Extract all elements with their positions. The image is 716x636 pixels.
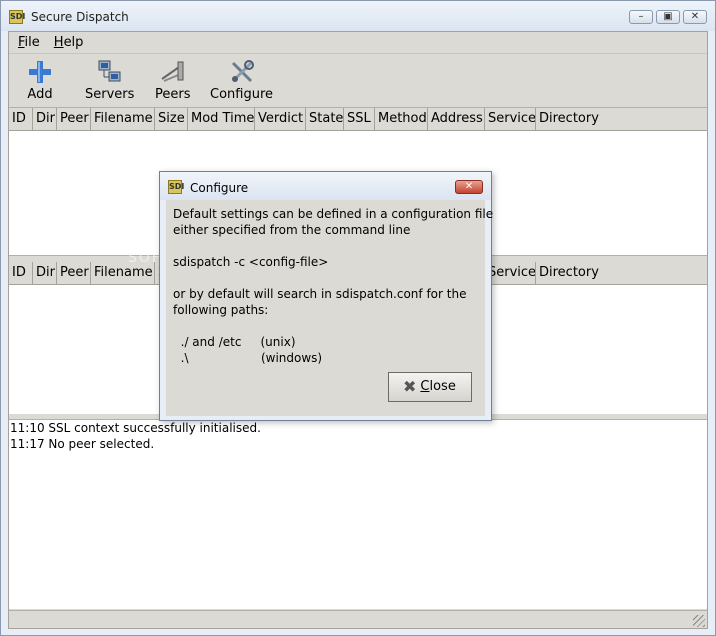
close-icon: ✕ [464,181,474,192]
peers-button[interactable]: Peers [155,59,191,102]
column-header[interactable]: Service [485,108,536,130]
menu-help-label: elp [63,35,84,50]
column-header[interactable]: Peer [57,262,91,284]
close-x-icon: ✖ [403,377,417,396]
column-header[interactable]: Dir [33,262,57,284]
maximize-button[interactable]: ▣ [656,10,680,24]
column-header[interactable]: Verdict [255,108,306,130]
column-header[interactable]: SSL [344,108,375,130]
restore-icon: ▣ [663,11,673,22]
dialog-body: Default settings can be defined in a con… [166,200,494,416]
toolbar: Add Servers Peers Configure [9,55,707,108]
close-icon: ✕ [690,11,700,22]
close-button-accel: C [420,379,430,394]
servers-icon [98,60,121,82]
title-bar[interactable]: SDI Secure Dispatch – ▣ ✕ [1,1,715,31]
column-header[interactable]: Service [485,262,536,284]
dialog-title: Configure [190,181,249,195]
dialog-text-line: Default settings can be defined in a con… [173,207,494,221]
dialog-text-line: .\ (windows) [173,351,323,365]
menu-help-accel: H [53,35,64,50]
column-header[interactable]: Directory [536,262,707,284]
menu-bar: File Help [9,32,707,54]
column-header[interactable]: ID [9,262,33,284]
column-header[interactable]: Mod Time [188,108,255,130]
column-header[interactable]: Method [375,108,428,130]
dialog-text-line: following paths: [173,303,269,317]
dialog-text-line: or by default will search in sdispatch.c… [173,287,467,301]
configure-dialog: SDI Configure ✕ Default settings can be … [159,171,494,421]
close-button-label: lose [429,379,456,394]
status-bar [9,610,707,629]
column-header[interactable]: Peer [57,108,91,130]
configure-icon [231,60,254,83]
menu-help[interactable]: Help [54,35,84,50]
add-label: Add [27,87,53,102]
close-window-button[interactable]: ✕ [683,10,707,24]
dialog-title-bar[interactable]: SDI Configure ✕ [160,172,491,200]
peers-label: Peers [155,87,191,102]
servers-label: Servers [85,87,135,102]
configure-label: Configure [210,87,274,102]
window-title: Secure Dispatch [31,10,129,24]
minimize-button[interactable]: – [629,10,653,24]
servers-button[interactable]: Servers [85,59,134,102]
dialog-text-line: either specified from the command line [173,223,411,237]
plus-icon [29,61,51,83]
transfers-table-header: ID Dir Peer Filename Size Mod Time Verdi… [9,108,707,131]
close-button[interactable]: ✖ Close [388,372,472,402]
log-line: 11:10 SSL context successfully initialis… [10,421,261,435]
column-header[interactable]: ID [9,108,33,130]
menu-file-label: ile [24,35,40,50]
column-header[interactable]: Dir [33,108,57,130]
menu-file[interactable]: File [18,35,40,50]
log-line: 11:17 No peer selected. [10,437,155,451]
peers-icon [161,61,184,82]
dialog-text-line: sdispatch -c <config-file> [173,255,329,269]
column-header[interactable]: Address [428,108,485,130]
resize-grip-icon[interactable] [693,615,705,627]
configure-button[interactable]: Configure [210,59,273,102]
column-header[interactable]: State [306,108,344,130]
dialog-close-button[interactable]: ✕ [455,180,483,194]
column-header[interactable]: Directory [536,108,707,130]
dialog-text-line: ./ and /etc (unix) [173,335,296,349]
dialog-app-icon: SDI [168,180,184,194]
add-button[interactable]: Add [27,59,53,102]
column-header[interactable]: Filename [91,108,155,130]
app-icon: SDI [9,10,25,24]
log-panel[interactable]: 11:10 SSL context successfully initialis… [9,419,707,609]
minimize-icon: – [638,11,644,22]
column-header[interactable]: Size [155,108,188,130]
